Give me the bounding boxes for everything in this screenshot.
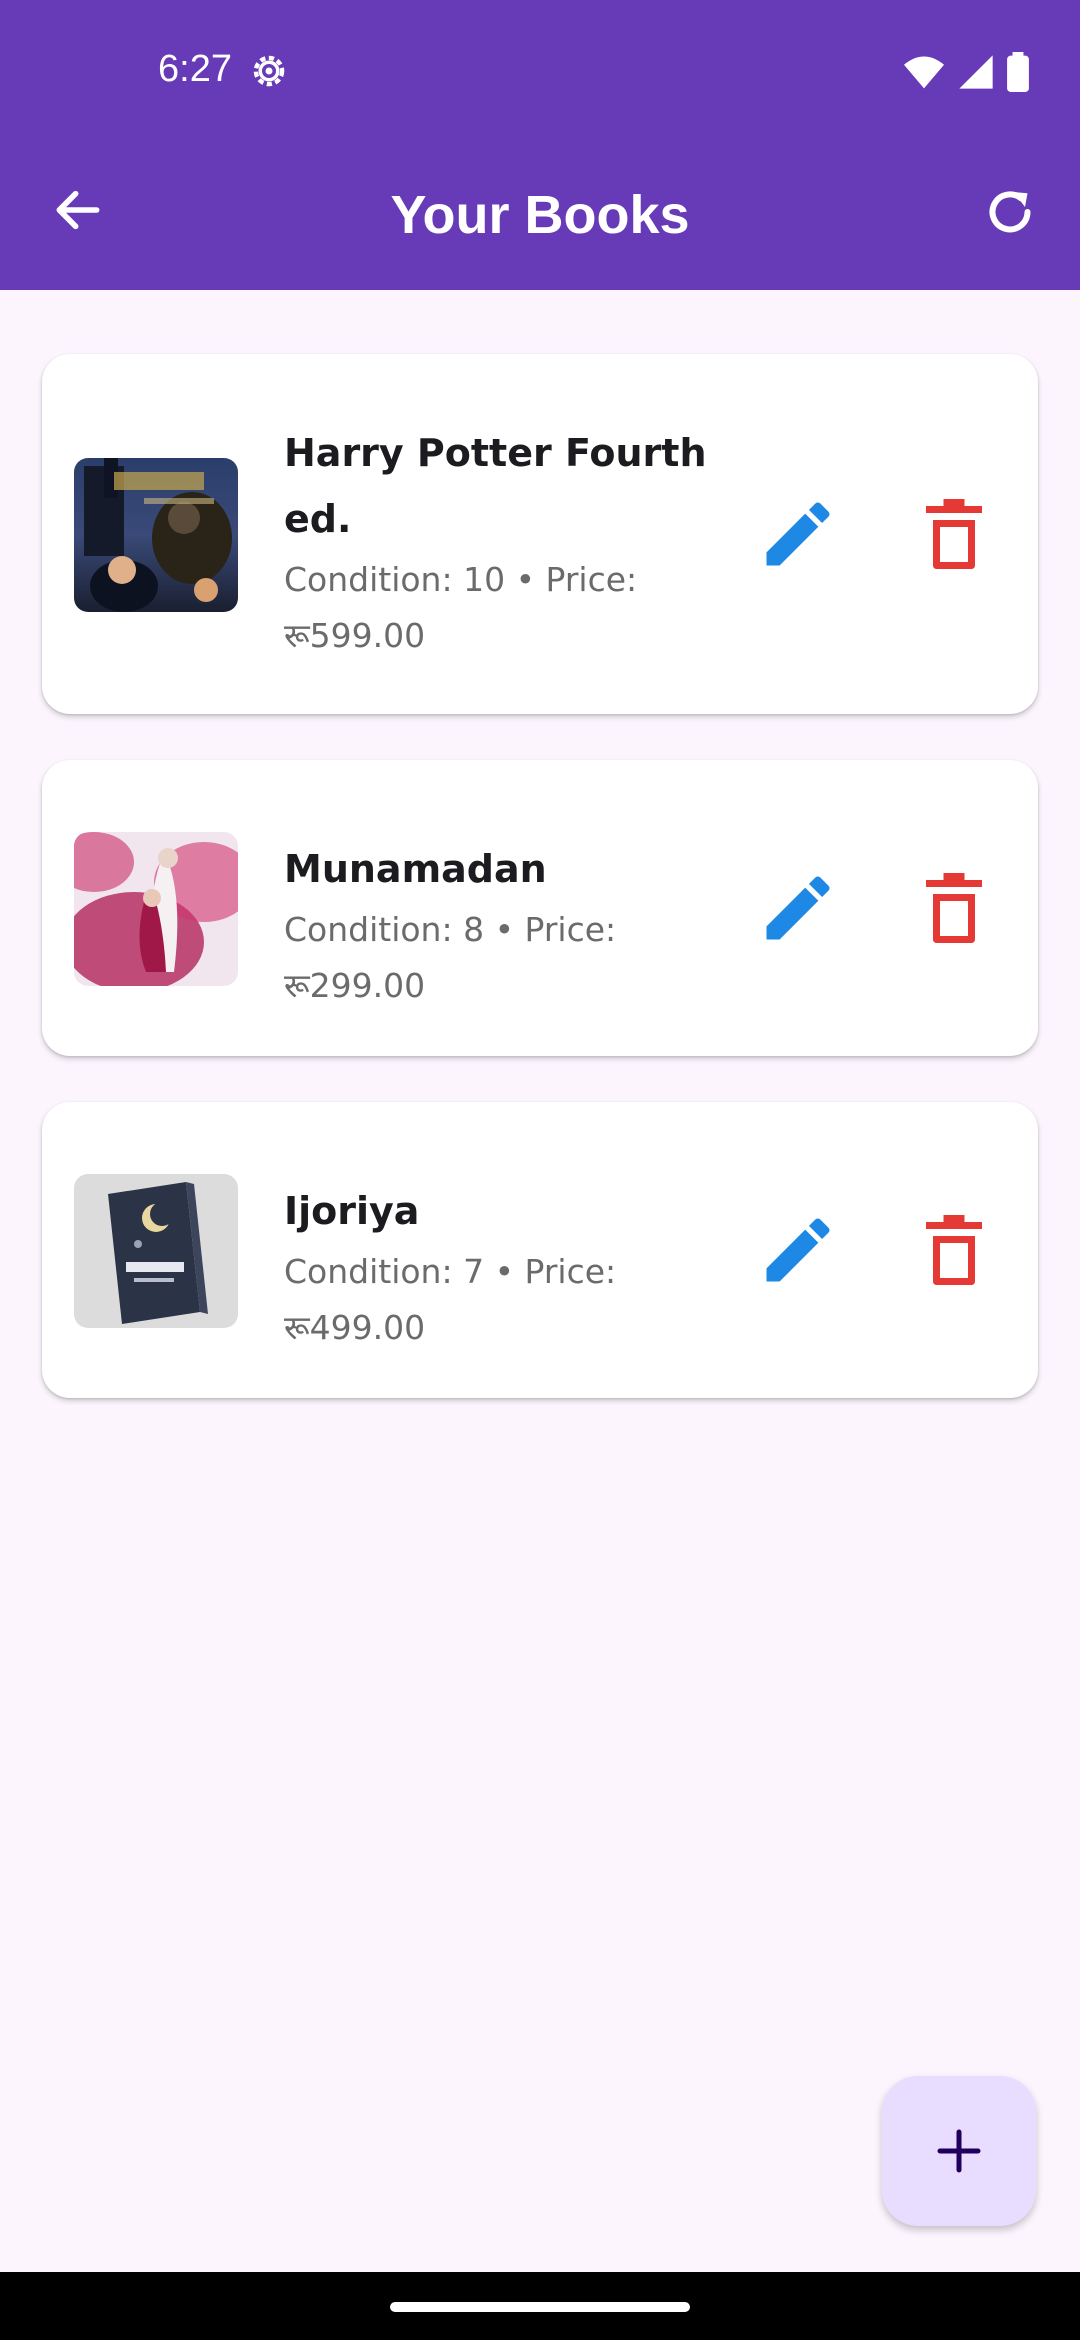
book-title: Ijoriya bbox=[284, 1189, 420, 1233]
page-title: Your Books bbox=[390, 185, 690, 245]
wifi-icon bbox=[904, 56, 944, 89]
delete-trash-icon[interactable] bbox=[912, 1208, 996, 1292]
app-header bbox=[0, 0, 1080, 290]
edit-icon[interactable] bbox=[756, 492, 840, 576]
cell-signal-icon bbox=[959, 55, 993, 89]
settings-gear-icon bbox=[253, 55, 285, 87]
plus-icon bbox=[937, 2129, 981, 2173]
add-book-button[interactable] bbox=[882, 2076, 1036, 2226]
status-icons bbox=[902, 52, 1030, 92]
status-time: 6:27 bbox=[158, 48, 232, 90]
delete-trash-icon[interactable] bbox=[912, 492, 996, 576]
book-condition-price: Condition: 10 • Price: रू599.00 bbox=[284, 560, 638, 655]
book-cover-image bbox=[74, 832, 238, 986]
edit-icon[interactable] bbox=[756, 1208, 840, 1292]
book-condition-price: Condition: 7 • Price: रू499.00 bbox=[284, 1252, 617, 1347]
battery-icon bbox=[1007, 52, 1029, 92]
book-card[interactable]: Harry Potter Fourth ed. Condition: 10 • … bbox=[42, 354, 1038, 714]
home-gesture-handle[interactable] bbox=[390, 2302, 690, 2312]
book-cover-image bbox=[74, 458, 238, 612]
refresh-icon[interactable] bbox=[980, 182, 1040, 242]
delete-trash-icon[interactable] bbox=[912, 866, 996, 950]
book-title: Harry Potter Fourth ed. bbox=[284, 431, 707, 541]
edit-icon[interactable] bbox=[756, 866, 840, 950]
book-card[interactable]: Munamadan Condition: 8 • Price: रू299.00 bbox=[42, 760, 1038, 1056]
book-cover-image bbox=[74, 1174, 238, 1328]
book-title: Munamadan bbox=[284, 847, 547, 891]
book-card[interactable]: Ijoriya Condition: 7 • Price: रू499.00 bbox=[42, 1102, 1038, 1398]
book-condition-price: Condition: 8 • Price: रू299.00 bbox=[284, 910, 617, 1005]
